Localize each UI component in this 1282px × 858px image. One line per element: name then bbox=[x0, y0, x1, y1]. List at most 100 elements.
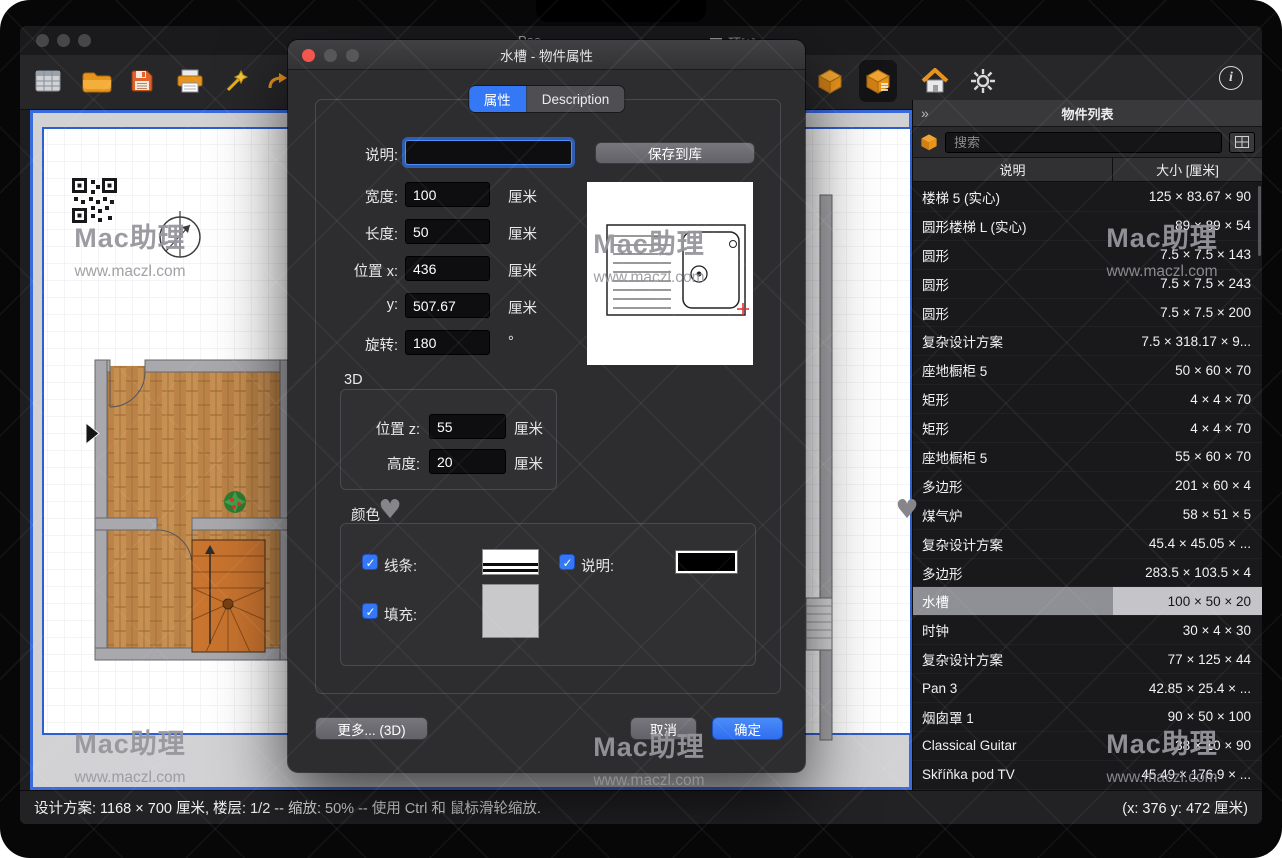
table-row[interactable]: 矩形4 × 4 × 70 bbox=[913, 385, 1262, 414]
open-file-button[interactable] bbox=[78, 60, 116, 102]
group-color-box bbox=[340, 523, 756, 666]
table-row[interactable]: 煤气炉58 × 51 × 5 bbox=[913, 501, 1262, 530]
tab-properties[interactable]: 属性 bbox=[469, 86, 526, 112]
object-tool-button[interactable] bbox=[811, 60, 849, 102]
object-name: 座地橱柜 5 bbox=[913, 443, 1113, 471]
position-z-input[interactable] bbox=[429, 414, 506, 439]
wand-tool-button[interactable] bbox=[218, 60, 256, 102]
height-label: 高度: bbox=[344, 453, 420, 474]
ok-button[interactable]: 确定 bbox=[712, 717, 783, 740]
object-size: 283.5 × 103.5 × 4 bbox=[1113, 559, 1262, 587]
table-row[interactable]: 楼梯 5 (实心)125 × 83.67 × 90 bbox=[913, 183, 1262, 212]
line-color-label: 线条: bbox=[384, 555, 417, 576]
zoom-button[interactable] bbox=[78, 34, 91, 47]
fill-color-label: 填充: bbox=[384, 604, 417, 625]
position-x-input[interactable] bbox=[405, 256, 490, 281]
table-row[interactable]: 复杂设计方案45.4 × 45.05 × ... bbox=[913, 530, 1262, 559]
status-text: 设计方案: 1168 × 700 厘米, 楼层: 1/2 -- 缩放: 50% … bbox=[34, 797, 541, 818]
height-input[interactable] bbox=[429, 449, 506, 474]
object-size: 50 × 60 × 70 bbox=[1113, 356, 1262, 384]
object-size: 89 × 89 × 54 bbox=[1113, 212, 1262, 240]
table-row[interactable]: 圆形楼梯 L (实心)89 × 89 × 54 bbox=[913, 212, 1262, 241]
object-table-body[interactable]: 楼梯 5 (实心)125 × 83.67 × 90圆形楼梯 L (实心)89 ×… bbox=[913, 183, 1262, 790]
dialog-close-button[interactable] bbox=[302, 49, 315, 62]
object-name: 时钟 bbox=[913, 616, 1113, 644]
object-name: 圆形楼梯 L (实心) bbox=[913, 212, 1113, 240]
object-name: 矩形 bbox=[913, 385, 1113, 413]
object-size: 125 × 83.67 × 90 bbox=[1113, 183, 1262, 211]
column-size[interactable]: 大小 [厘米] bbox=[1113, 158, 1262, 181]
object-size: 58 × 51 × 5 bbox=[1113, 501, 1262, 529]
position-z-unit: 厘米 bbox=[514, 418, 543, 439]
table-row[interactable]: 复杂设计方案77 × 125 × 44 bbox=[913, 645, 1262, 674]
column-name[interactable]: 说明 bbox=[913, 158, 1113, 181]
position-x-label: 位置 x: bbox=[318, 260, 398, 281]
object-list-toggle-button[interactable] bbox=[859, 60, 897, 102]
table-row[interactable]: 时钟30 × 4 × 30 bbox=[913, 616, 1262, 645]
table-row[interactable]: 多边形201 × 60 × 4 bbox=[913, 472, 1262, 501]
fill-color-swatch[interactable] bbox=[482, 584, 539, 638]
object-name: 多边形 bbox=[913, 472, 1113, 500]
width-label: 宽度: bbox=[318, 186, 398, 207]
description-input[interactable] bbox=[405, 140, 572, 165]
position-y-input[interactable] bbox=[405, 293, 490, 318]
table-row[interactable]: 烟囱罩 190 × 50 × 100 bbox=[913, 703, 1262, 732]
table-row[interactable]: Pan 342.85 × 25.4 × ... bbox=[913, 674, 1262, 703]
object-size: 7.5 × 7.5 × 200 bbox=[1113, 299, 1262, 327]
width-input[interactable] bbox=[405, 182, 490, 207]
gear-icon bbox=[970, 68, 996, 94]
info-button[interactable]: i bbox=[1219, 66, 1243, 90]
table-row[interactable]: 座地橱柜 555 × 60 × 70 bbox=[913, 443, 1262, 472]
mouse-cursor bbox=[85, 422, 101, 451]
line-color-swatch[interactable] bbox=[482, 549, 539, 575]
info-icon: i bbox=[1229, 70, 1233, 86]
object-size: 30 × 4 × 30 bbox=[1113, 616, 1262, 644]
table-header[interactable]: 说明 大小 [厘米] bbox=[913, 158, 1262, 182]
line-color-checkbox[interactable] bbox=[362, 554, 378, 570]
more-3d-button[interactable]: 更多... (3D) bbox=[315, 717, 428, 740]
caption-color-label: 说明: bbox=[581, 555, 614, 576]
scrollbar[interactable] bbox=[1258, 186, 1261, 256]
table-row[interactable]: 矩形4 × 4 × 70 bbox=[913, 414, 1262, 443]
collapse-chevrons-icon[interactable]: » bbox=[921, 105, 929, 121]
search-input[interactable] bbox=[945, 132, 1222, 153]
length-label: 长度: bbox=[318, 223, 398, 244]
description-label: 说明: bbox=[318, 144, 398, 165]
cursor-coordinates: (x: 376 y: 472 厘米) bbox=[1122, 797, 1248, 818]
table-row[interactable]: 复杂设计方案7.5 × 318.17 × 9... bbox=[913, 327, 1262, 356]
close-button[interactable] bbox=[36, 34, 49, 47]
print-button[interactable] bbox=[171, 60, 209, 102]
caption-color-swatch[interactable] bbox=[676, 551, 737, 573]
cube-icon bbox=[920, 133, 938, 151]
object-list-panel: » 物件列表 说明 大小 [厘米] 楼梯 5 (实心)125 × 83.67 ×… bbox=[912, 100, 1262, 790]
table-icon bbox=[35, 70, 61, 92]
object-size: 38 × 10 × 90 bbox=[1113, 732, 1262, 760]
object-size: 7.5 × 318.17 × 9... bbox=[1113, 327, 1262, 355]
settings-button[interactable] bbox=[964, 60, 1002, 102]
dialog-titlebar[interactable]: 水槽 - 物件属性 bbox=[288, 40, 805, 70]
table-row[interactable]: 水槽100 × 50 × 20 bbox=[913, 587, 1262, 616]
dialog-traffic-lights[interactable] bbox=[302, 49, 359, 62]
tab-description[interactable]: Description bbox=[526, 86, 625, 112]
fill-color-checkbox[interactable] bbox=[362, 603, 378, 619]
table-row[interactable]: Skříňka pod TV45.49 × 176.9 × ... bbox=[913, 761, 1262, 790]
table-row[interactable]: 圆形7.5 × 7.5 × 243 bbox=[913, 270, 1262, 299]
minimize-button[interactable] bbox=[57, 34, 70, 47]
object-name: Classical Guitar bbox=[913, 732, 1113, 760]
rotation-input[interactable] bbox=[405, 330, 490, 355]
save-to-library-button[interactable]: 保存到库 bbox=[595, 142, 755, 164]
table-row[interactable]: 圆形7.5 × 7.5 × 200 bbox=[913, 299, 1262, 328]
table-row[interactable]: Classical Guitar38 × 10 × 90 bbox=[913, 732, 1262, 761]
table-row[interactable]: 座地橱柜 550 × 60 × 70 bbox=[913, 356, 1262, 385]
table-row[interactable]: 圆形7.5 × 7.5 × 143 bbox=[913, 241, 1262, 270]
caption-color-checkbox[interactable] bbox=[559, 554, 575, 570]
table-tool-button[interactable] bbox=[29, 60, 67, 102]
width-unit: 厘米 bbox=[508, 186, 537, 207]
cancel-button[interactable]: 取消 bbox=[630, 717, 697, 740]
traffic-lights[interactable] bbox=[36, 34, 91, 47]
grid-view-button[interactable] bbox=[1229, 132, 1255, 153]
length-input[interactable] bbox=[405, 219, 490, 244]
save-button[interactable] bbox=[123, 60, 161, 102]
home-view-button[interactable] bbox=[916, 60, 954, 102]
table-row[interactable]: 多边形283.5 × 103.5 × 4 bbox=[913, 559, 1262, 588]
